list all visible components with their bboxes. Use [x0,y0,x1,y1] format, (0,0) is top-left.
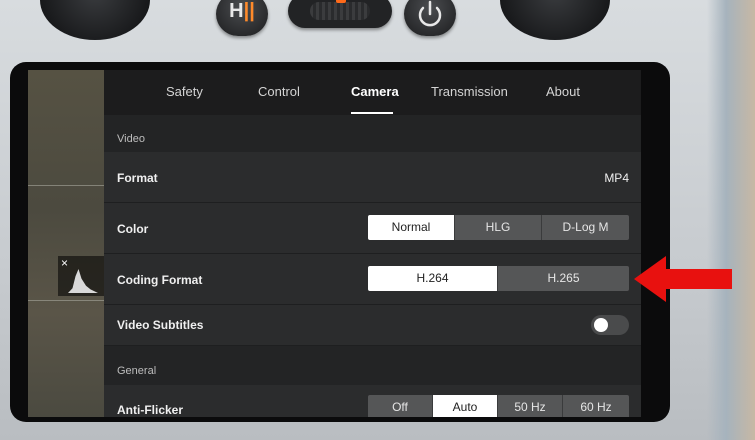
color-option-hlg[interactable]: HLG [455,215,542,240]
histogram-widget: × [58,256,104,296]
camera-preview[interactable]: × [28,70,104,417]
settings-panel: Safety Control Camera Transmission About… [104,70,641,417]
format-label: Format [117,171,158,185]
anti-flicker-segmented-control: Off Auto 50 Hz 60 Hz [368,395,629,417]
coding-format-option-h265[interactable]: H.265 [498,266,629,291]
preview-grid-line [28,185,104,186]
format-row: Format MP4 [104,152,641,203]
color-option-normal[interactable]: Normal [368,215,455,240]
wheel-grip [310,2,370,20]
coding-format-segmented-control: H.264 H.265 [368,266,629,291]
tab-about[interactable]: About [546,84,580,99]
settings-tabs: Safety Control Camera Transmission About [104,70,641,115]
anti-flicker-option-off[interactable]: Off [368,395,433,417]
anti-flicker-label: Anti-Flicker [117,403,184,417]
power-button[interactable] [404,0,456,36]
controller-screen: × Safety Control Camera Transmission Abo… [28,70,641,417]
color-label: Color [117,222,149,236]
pause-button[interactable]: H|| [216,0,268,36]
function-wheel[interactable] [288,0,392,28]
red-arrow-annotation [634,256,732,302]
color-option-dlogm[interactable]: D-Log M [542,215,629,240]
background-edge [707,0,755,440]
anti-flicker-option-auto[interactable]: Auto [433,395,498,417]
pause-button-bars: || [243,0,255,22]
color-row: Color Normal HLG D-Log M [104,203,641,254]
color-segmented-control: Normal HLG D-Log M [368,215,629,240]
active-tab-indicator [351,112,393,114]
tab-safety[interactable]: Safety [166,84,203,99]
anti-flicker-option-60hz[interactable]: 60 Hz [563,395,629,417]
preview-grid-line [28,300,104,301]
power-icon [418,0,442,27]
left-control-stick [40,0,150,40]
video-subtitles-row: Video Subtitles [104,305,641,346]
coding-format-option-h264[interactable]: H.264 [368,266,498,291]
anti-flicker-row: Anti-Flicker Off Auto 50 Hz 60 Hz [104,385,641,417]
video-subtitles-label: Video Subtitles [117,318,204,332]
tab-control[interactable]: Control [258,84,300,99]
coding-format-row: Coding Format H.264 H.265 [104,254,641,305]
section-title-general: General [117,365,157,377]
close-icon[interactable]: × [61,256,68,270]
format-value: MP4 [604,171,629,185]
toggle-knob [594,318,608,332]
video-subtitles-toggle[interactable] [591,315,629,335]
status-led [336,0,346,3]
histogram-graph [68,269,98,293]
tab-camera[interactable]: Camera [351,84,399,99]
anti-flicker-option-50hz[interactable]: 50 Hz [498,395,563,417]
right-control-stick [500,0,610,40]
pause-button-h: H [229,0,244,22]
section-title-video: Video [117,133,145,145]
coding-format-label: Coding Format [117,273,203,287]
tab-transmission[interactable]: Transmission [431,84,508,99]
